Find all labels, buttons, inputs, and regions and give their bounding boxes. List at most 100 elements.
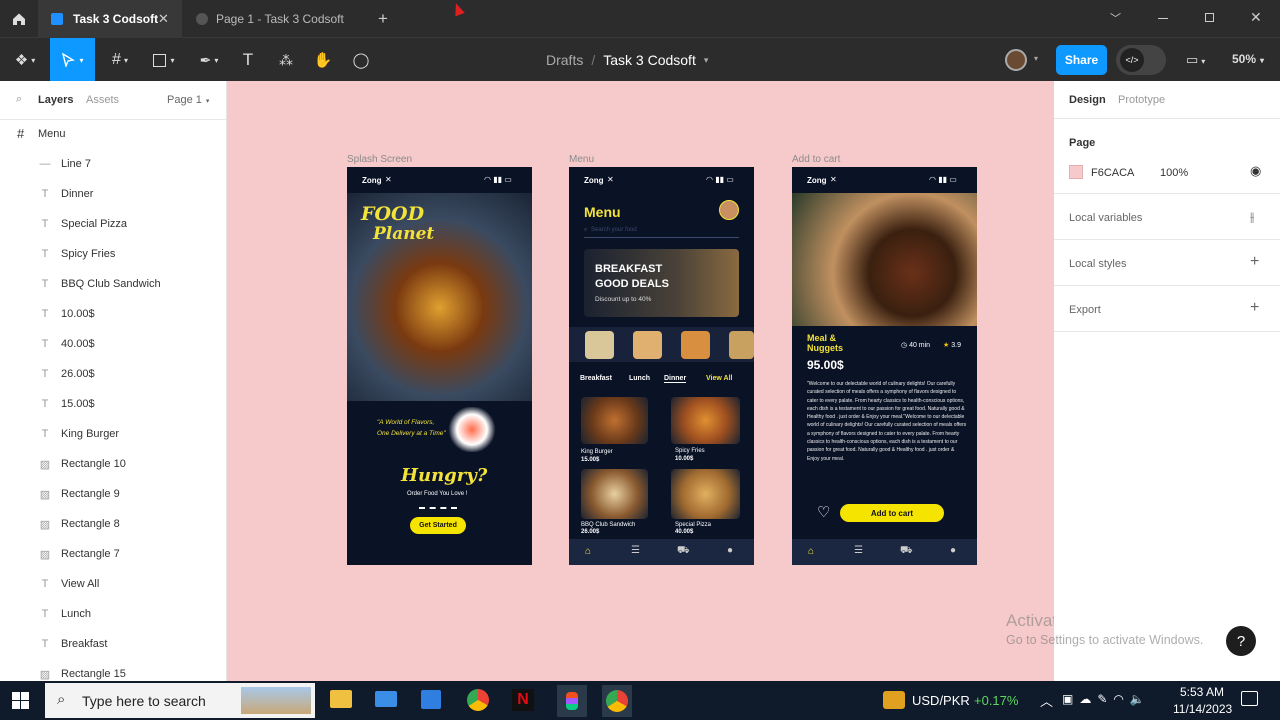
close-icon[interactable]: ✕ — [158, 11, 169, 27]
tab-breakfast[interactable]: Breakfast — [580, 375, 612, 382]
stock-ticker[interactable]: USD/PKR — [912, 693, 970, 708]
avatar[interactable] — [719, 200, 739, 220]
add-to-cart-button[interactable]: Add to cart — [840, 504, 944, 522]
main-menu-icon[interactable]: ❖ ▾ — [8, 38, 42, 82]
category-thumb[interactable] — [633, 331, 662, 359]
restore-icon[interactable] — [1205, 13, 1214, 22]
clock-date[interactable]: 11/14/2023 — [1173, 702, 1232, 716]
list-icon[interactable]: ☰ — [854, 545, 863, 556]
search-input[interactable]: ⌕ Search your food — [584, 226, 739, 238]
system-tray-icons[interactable]: ▣☁✎◠🔈 — [1062, 692, 1151, 706]
tab-design[interactable]: Design — [1069, 94, 1106, 106]
layer-row[interactable]: T View All — [0, 569, 226, 599]
tab-layers[interactable]: Layers — [38, 94, 73, 106]
chrome-icon-active[interactable] — [602, 685, 632, 717]
chevron-down-icon[interactable]: ﹀ — [1110, 10, 1121, 26]
chevron-down-icon[interactable]: ▾ — [1034, 54, 1038, 63]
view-all-link[interactable]: View All — [706, 375, 732, 382]
netflix-icon[interactable]: N — [512, 689, 534, 711]
layer-row[interactable]: T Dinner — [0, 179, 226, 209]
layer-row[interactable]: T Special Pizza — [0, 209, 226, 239]
layer-row[interactable]: ▨ Rectangle 8 — [0, 509, 226, 539]
page-opacity[interactable]: 100% — [1160, 167, 1188, 179]
frame-label-menu[interactable]: Menu — [569, 154, 594, 165]
category-thumb[interactable] — [729, 331, 754, 359]
taskbar-search-input[interactable]: ⌕ Type here to search — [45, 683, 315, 718]
layer-row[interactable]: T 15.00$ — [0, 389, 226, 419]
layer-row[interactable]: T Lunch — [0, 599, 226, 629]
layer-row[interactable]: ▨ Rectangle 9 — [0, 479, 226, 509]
king-burger-image[interactable] — [581, 397, 648, 444]
zoom-level[interactable]: 50% ▾ — [1232, 52, 1264, 66]
frame-label-splash[interactable]: Splash Screen — [347, 154, 412, 165]
special-pizza-image[interactable] — [671, 469, 740, 519]
layer-row[interactable]: T 10.00$ — [0, 299, 226, 329]
layer-row[interactable]: T Spicy Fries — [0, 239, 226, 269]
layer-row[interactable]: T 40.00$ — [0, 329, 226, 359]
profile-icon[interactable]: ● — [950, 545, 956, 556]
file-explorer-icon[interactable] — [330, 690, 352, 708]
page-selector[interactable]: Page 1 ▾ — [167, 94, 209, 106]
dev-mode-toggle[interactable]: </> — [1116, 45, 1166, 75]
bbq-sandwich-image[interactable] — [581, 469, 648, 519]
add-to-cart-frame[interactable]: Zong ✕ ◠ ▮▮ ▭ Meal & Nuggets ◷ 40 min ★ … — [792, 167, 977, 565]
local-variables-section[interactable]: Local variables ⫲ — [1054, 194, 1280, 240]
category-thumb[interactable] — [585, 331, 614, 359]
frame-tool-icon[interactable]: # ▾ — [103, 38, 137, 82]
export-section[interactable]: Export + — [1054, 286, 1280, 332]
page-color-swatch[interactable] — [1069, 165, 1083, 179]
rectangle-tool-icon[interactable]: ▾ — [146, 38, 182, 82]
layer-row[interactable]: — Line 7 — [0, 149, 226, 179]
cart-icon[interactable]: ⛟ — [900, 545, 913, 558]
frame-layer-menu[interactable]: # Menu — [0, 119, 226, 149]
avatar[interactable] — [1005, 49, 1027, 71]
clock-time[interactable]: 5:53 AM — [1180, 685, 1224, 699]
local-styles-section[interactable]: Local styles + — [1054, 240, 1280, 286]
menu-screen-frame[interactable]: Zong ✕ ◠ ▮▮ ▭ Menu ⌕ Search your food BR… — [569, 167, 754, 565]
layer-row[interactable]: ▨ Rectangle 10 — [0, 449, 226, 479]
move-tool-icon[interactable]: ▾ — [50, 38, 95, 82]
layer-row[interactable]: T 26.00$ — [0, 359, 226, 389]
layer-row[interactable]: T Breakfast — [0, 629, 226, 659]
tab-lunch[interactable]: Lunch — [629, 375, 650, 382]
layer-row[interactable]: T King Burger — [0, 419, 226, 449]
variables-icon[interactable]: ⫲ — [1250, 209, 1254, 225]
home-icon[interactable]: ⌂ — [808, 546, 814, 557]
chrome-icon[interactable] — [467, 689, 489, 711]
file-name[interactable]: Task 3 Codsoft — [603, 52, 696, 68]
text-tool-icon[interactable]: T — [236, 38, 260, 82]
home-icon[interactable] — [0, 0, 38, 37]
tab-dinner[interactable]: Dinner — [664, 375, 687, 383]
tab-active[interactable]: Task 3 Codsoft ✕ — [38, 0, 182, 37]
store-icon[interactable] — [421, 690, 441, 709]
tab-assets[interactable]: Assets — [86, 94, 119, 106]
tab-page[interactable]: Page 1 - Task 3 Codsoft — [182, 0, 370, 37]
add-icon[interactable]: + — [1250, 299, 1259, 317]
list-icon[interactable]: ☰ — [631, 545, 640, 556]
eye-icon[interactable]: ◉ — [1250, 163, 1261, 179]
layer-row[interactable]: ▨ Rectangle 7 — [0, 539, 226, 569]
search-icon[interactable]: ⌕ — [16, 93, 22, 106]
new-tab-icon[interactable]: + — [378, 9, 388, 29]
notifications-icon[interactable] — [1241, 691, 1258, 706]
mail-icon[interactable] — [375, 691, 397, 707]
comment-icon[interactable]: ◯ — [348, 38, 374, 82]
page-color-value[interactable]: F6CACA — [1091, 167, 1134, 179]
canvas[interactable]: Splash Screen Menu Add to cart Zong ✕ ◠ … — [227, 81, 1140, 681]
resources-icon[interactable]: ⁂ — [274, 38, 298, 82]
minimize-icon[interactable] — [1158, 18, 1168, 19]
add-icon[interactable]: + — [1250, 253, 1259, 271]
profile-icon[interactable]: ● — [727, 545, 733, 556]
category-thumb[interactable] — [681, 331, 710, 359]
windows-start-icon[interactable] — [12, 692, 29, 709]
splash-screen-frame[interactable]: Zong ✕ ◠ ▮▮ ▭ FOOD Planet "A World of Fl… — [347, 167, 532, 565]
favorite-icon[interactable]: ♡ — [817, 503, 830, 521]
layer-row[interactable]: T BBQ Club Sandwich — [0, 269, 226, 299]
frame-label-cart[interactable]: Add to cart — [792, 154, 840, 165]
spicy-fries-image[interactable] — [671, 397, 740, 444]
breadcrumb-parent[interactable]: Drafts — [546, 52, 583, 68]
chevron-down-icon[interactable]: ▾ — [704, 55, 709, 68]
chevron-up-icon[interactable]: ︿ — [1040, 691, 1053, 710]
pen-tool-icon[interactable]: ✒ ▾ — [192, 38, 226, 82]
home-icon[interactable]: ⌂ — [585, 546, 591, 557]
